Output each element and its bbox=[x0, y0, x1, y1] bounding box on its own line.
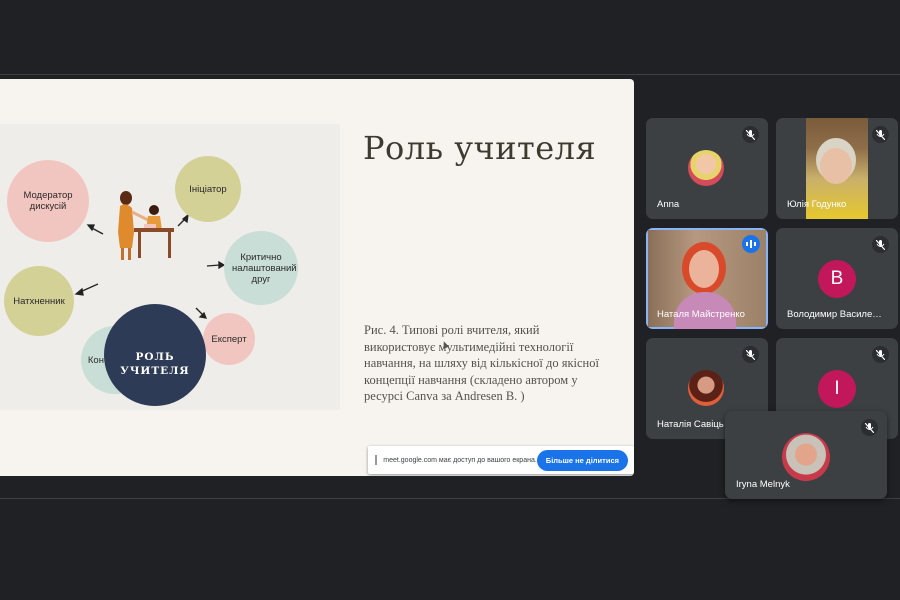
role-critical-friend: Критично налаштований друг bbox=[224, 231, 298, 305]
participant-tile-natalia-m[interactable]: Наталя Майстренко bbox=[646, 228, 768, 329]
speaking-icon bbox=[742, 235, 760, 253]
drag-handle[interactable] bbox=[375, 455, 378, 465]
avatar-photo bbox=[782, 433, 830, 481]
participant-tile-iryna[interactable]: Iryna Melnyk bbox=[725, 411, 887, 499]
slide-caption: Рис. 4. Типові ролі вчителя, який викори… bbox=[364, 323, 599, 403]
participant-tile-volodymyr[interactable]: B Володимир Василе… bbox=[776, 228, 898, 329]
slide-title: Роль учителя bbox=[363, 129, 597, 167]
mic-off-icon bbox=[872, 346, 889, 363]
mic-off-icon bbox=[742, 346, 759, 363]
presentation-slide: Модератор дискусій Ініціатор Критично на… bbox=[0, 79, 634, 476]
mic-off-icon bbox=[872, 236, 889, 253]
avatar-letter: B bbox=[818, 260, 856, 298]
mic-off-icon bbox=[861, 419, 878, 436]
participant-name: Юлія Годунко bbox=[787, 199, 847, 210]
role-moderator: Модератор дискусій bbox=[7, 160, 89, 242]
participant-name: Наталія Савіць bbox=[657, 419, 724, 430]
share-message: meet.google.com має доступ до вашого екр… bbox=[383, 456, 537, 464]
role-inspirer: Натхненник bbox=[4, 266, 74, 336]
participant-name: Наталя Майстренко bbox=[657, 309, 745, 320]
mic-off-icon bbox=[742, 126, 759, 143]
avatar-letter: I bbox=[818, 370, 856, 408]
mic-off-icon bbox=[872, 126, 889, 143]
role-expert: Експерт bbox=[203, 313, 255, 365]
participant-tile-yulia[interactable]: Юлія Годунко bbox=[776, 118, 898, 219]
participant-name: Iryna Melnyk bbox=[736, 479, 790, 490]
participant-name: Володимир Василе… bbox=[787, 309, 882, 320]
top-divider bbox=[0, 74, 900, 75]
avatar-photo bbox=[688, 150, 724, 186]
role-initiator: Ініціатор bbox=[175, 156, 241, 222]
teacher-illustration bbox=[118, 191, 174, 260]
center-role-circle: РОЛЬ УЧИТЕЛЯ bbox=[104, 304, 206, 406]
screen-share-bar: meet.google.com має доступ до вашого екр… bbox=[368, 446, 634, 474]
participant-tile-anna[interactable]: Anna bbox=[646, 118, 768, 219]
participant-name: Anna bbox=[657, 199, 680, 210]
stop-sharing-button[interactable]: Більше не ділитися bbox=[536, 449, 628, 471]
avatar-photo bbox=[688, 370, 724, 406]
